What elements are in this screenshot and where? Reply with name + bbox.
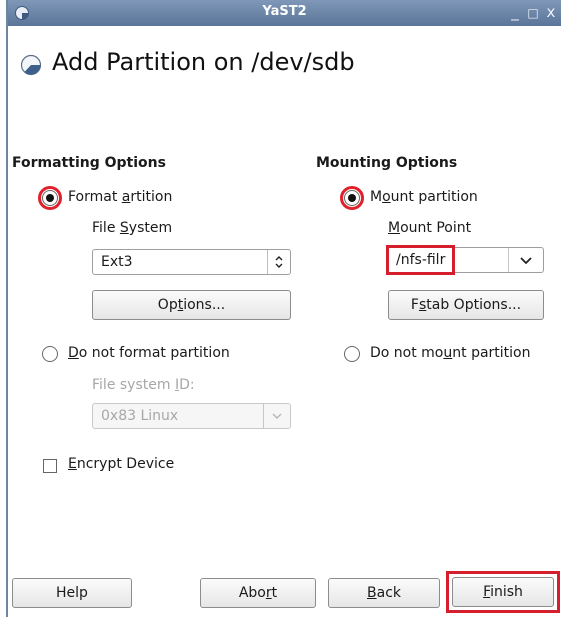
file-system-id-label: File system ID:	[92, 377, 195, 393]
mount-partition-label[interactable]: Mount partition	[370, 189, 478, 205]
title-bar[interactable]: YaST2 _ □ x	[8, 0, 561, 26]
do-not-format-radio[interactable]	[42, 346, 58, 362]
back-button[interactable]: Back	[328, 578, 440, 608]
file-system-id-value: 0x83 Linux	[101, 408, 179, 424]
encrypt-device-label[interactable]: Encrypt Device	[68, 456, 174, 472]
mount-partition-radio[interactable]	[344, 190, 360, 206]
do-not-mount-radio[interactable]	[344, 346, 360, 362]
dialog-title: Add Partition on /dev/sdb	[52, 48, 355, 76]
mount-point-highlight	[386, 245, 455, 275]
file-system-id-select: 0x83 Linux	[92, 403, 291, 429]
minimize-button[interactable]: _	[506, 3, 524, 21]
chevron-down-icon	[263, 404, 290, 428]
close-button[interactable]: x	[542, 3, 560, 21]
yast2-window: YaST2 _ □ x Add Partition on /dev/sdb Fo…	[6, 0, 561, 617]
do-not-format-label[interactable]: Do not format partition	[68, 345, 230, 361]
encrypt-device-checkbox[interactable]	[43, 459, 57, 473]
finish-button-highlight	[446, 571, 560, 613]
file-system-label: File System	[92, 220, 173, 236]
file-system-value: Ext3	[101, 254, 133, 270]
format-partition-label[interactable]: Format artition	[68, 189, 172, 205]
updown-arrow-icon	[267, 250, 290, 274]
do-not-mount-label[interactable]: Do not mount partition	[370, 345, 531, 361]
partition-icon	[20, 54, 42, 76]
file-system-select[interactable]: Ext3	[92, 249, 291, 275]
options-button[interactable]: Options...	[92, 290, 291, 320]
mounting-options-heading: Mounting Options	[316, 155, 458, 171]
formatting-options-heading: Formatting Options	[12, 155, 166, 171]
window-title: YaST2	[262, 4, 307, 19]
format-partition-radio[interactable]	[42, 190, 58, 206]
fstab-options-button[interactable]: Fstab Options...	[388, 290, 544, 320]
help-button[interactable]: Help	[12, 578, 132, 608]
chevron-down-icon[interactable]	[508, 248, 543, 272]
mount-point-label: Mount Point	[388, 220, 472, 236]
abort-button[interactable]: Abort	[200, 578, 316, 608]
maximize-button[interactable]: □	[524, 6, 542, 20]
